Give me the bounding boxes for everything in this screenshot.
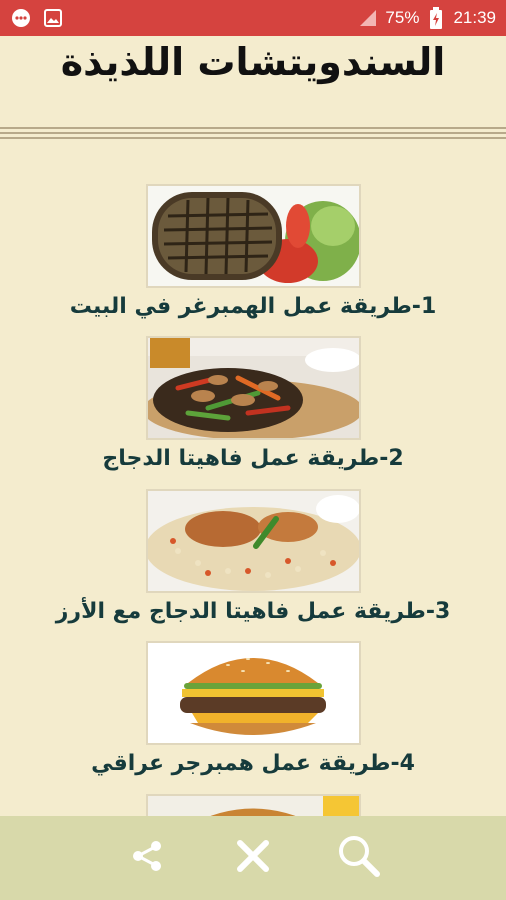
image-icon: [42, 7, 64, 29]
divider-line: [0, 132, 506, 134]
chat-bubble-icon: [10, 7, 32, 29]
burger-patty-image[interactable]: [146, 184, 361, 288]
page-title: السندويتشات اللذيذة: [60, 40, 446, 84]
recipe-title[interactable]: 2-طريقة عمل فاهيتا الدجاج: [0, 446, 506, 471]
status-right: 75% 21:39: [357, 7, 496, 29]
status-left: [10, 7, 64, 29]
divider-line: [0, 137, 506, 139]
recipe-title[interactable]: 3-طريقة عمل فاهيتا الدجاج مع الأرز: [0, 599, 506, 624]
recipe-title[interactable]: 4-طريقة عمل همبرجر عراقي: [0, 751, 506, 776]
search-icon: [337, 834, 381, 882]
close-button[interactable]: [229, 834, 277, 882]
chicken-fajita-rice-image[interactable]: [146, 489, 361, 593]
chicken-fajita-image[interactable]: [146, 336, 361, 440]
bottom-toolbar: [0, 816, 506, 900]
share-icon: [129, 838, 165, 878]
share-button[interactable]: [123, 834, 171, 882]
clock: 21:39: [453, 8, 496, 27]
search-button[interactable]: [335, 834, 383, 882]
cheeseburger-image[interactable]: [146, 641, 361, 745]
divider-line: [0, 127, 506, 129]
signal-icon: [357, 7, 379, 29]
status-bar: 75% 21:39: [0, 0, 506, 36]
battery-charging-icon: [425, 7, 447, 29]
recipe-title[interactable]: 1-طريقة عمل الهمبرغر في البيت: [0, 294, 506, 319]
close-icon: [235, 838, 271, 878]
battery-percent: 75%: [385, 8, 420, 27]
